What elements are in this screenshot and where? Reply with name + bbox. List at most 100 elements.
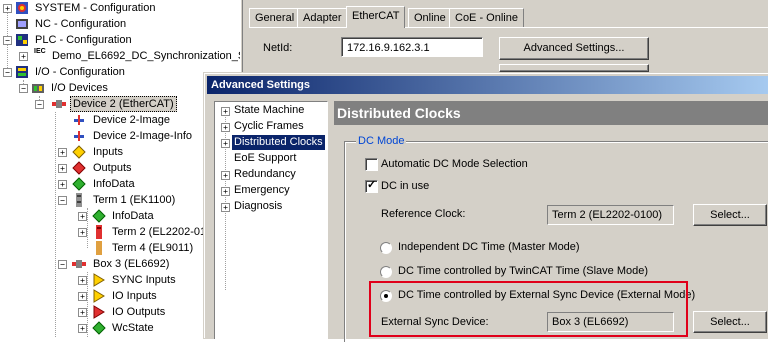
- collapse-icon[interactable]: −: [35, 100, 44, 109]
- settings-nav-tree: + State Machine + Cyclic Frames + Distri…: [214, 101, 328, 339]
- tree-item-label: IO Inputs: [112, 290, 157, 302]
- tree-item-label: Device 2-Image-Info: [93, 130, 193, 142]
- terminal-red-icon: [96, 225, 102, 239]
- nav-item-label: Distributed Clocks: [232, 135, 325, 150]
- dc-in-use-label[interactable]: DC in use: [381, 180, 429, 192]
- nav-item-label: State Machine: [234, 104, 305, 116]
- io-inputs-icon: [93, 289, 105, 303]
- io-config-icon: [16, 66, 28, 78]
- expand-icon[interactable]: +: [221, 171, 230, 180]
- expand-icon[interactable]: +: [19, 52, 28, 61]
- collapse-icon[interactable]: −: [58, 196, 67, 205]
- checkmark-icon: ✓: [367, 179, 377, 191]
- terminal-icon: [76, 193, 82, 207]
- tree-item-label: Term 1 (EK1100): [93, 194, 176, 206]
- tree-item-label: Demo_EL6692_DC_Synchronization_S: [52, 50, 246, 62]
- netid-label: NetId:: [263, 42, 293, 54]
- tree-line: [225, 110, 226, 290]
- dialog-title[interactable]: Advanced Settings: [207, 76, 768, 94]
- tree-item-label: Outputs: [93, 162, 132, 174]
- tree-item-label: WcState: [112, 322, 154, 334]
- expand-icon[interactable]: +: [58, 180, 67, 189]
- inputs-icon: [72, 145, 86, 159]
- box-icon: [72, 260, 86, 268]
- tab-online[interactable]: Online: [408, 8, 452, 27]
- tree-item-label: NC - Configuration: [35, 18, 127, 30]
- nav-item-label: Emergency: [234, 184, 290, 196]
- partially-hidden-button[interactable]: [499, 64, 649, 72]
- device-image-info-icon: [74, 131, 84, 141]
- advanced-settings-button[interactable]: Advanced Settings...: [499, 37, 649, 60]
- expand-icon[interactable]: +: [78, 292, 87, 301]
- auto-dc-checkbox[interactable]: [365, 158, 378, 171]
- tree-item-label: Inputs: [93, 146, 123, 158]
- slave-mode-label[interactable]: DC Time controlled by TwinCAT Time (Slav…: [398, 265, 648, 277]
- master-mode-radio[interactable]: [380, 242, 392, 254]
- tree-item-label: SYNC Inputs: [112, 274, 176, 286]
- expand-icon[interactable]: +: [221, 123, 230, 132]
- expand-icon[interactable]: +: [78, 324, 87, 333]
- io-devices-icon: [32, 84, 44, 93]
- reference-clock-select-button[interactable]: Select...: [693, 204, 767, 226]
- dc-mode-group-label: DC Mode: [356, 134, 407, 148]
- nav-item-label: Diagnosis: [234, 200, 283, 212]
- auto-dc-label[interactable]: Automatic DC Mode Selection: [381, 158, 528, 170]
- expand-icon[interactable]: +: [221, 187, 230, 196]
- infodata-icon: [92, 209, 106, 223]
- infodata-icon: [72, 177, 86, 191]
- expand-icon[interactable]: +: [78, 212, 87, 221]
- tab-general[interactable]: General: [249, 8, 301, 27]
- nav-item-label: Redundancy: [234, 168, 296, 180]
- tree-item-label: InfoData: [93, 178, 135, 190]
- expand-icon[interactable]: +: [221, 203, 230, 212]
- tree-item-plc-project[interactable]: + IEC Demo_EL6692_DC_Synchronization_S: [0, 48, 245, 64]
- netid-field[interactable]: 172.16.9.162.3.1: [341, 37, 483, 57]
- nav-item-label: Cyclic Frames: [234, 120, 304, 132]
- tree-item-label: PLC - Configuration: [35, 34, 132, 46]
- tree-item-label: Box 3 (EL6692): [93, 258, 170, 270]
- plc-config-icon: [16, 34, 28, 46]
- slave-mode-radio[interactable]: [380, 266, 392, 278]
- outputs-icon: [72, 161, 86, 175]
- reference-clock-label: Reference Clock:: [381, 208, 466, 220]
- expand-icon[interactable]: +: [78, 308, 87, 317]
- expand-icon[interactable]: +: [78, 276, 87, 285]
- tree-item-nc[interactable]: NC - Configuration: [0, 16, 240, 32]
- expand-icon[interactable]: +: [58, 148, 67, 157]
- tree-item-label: I/O Devices: [51, 82, 108, 94]
- iec-project-icon: IEC: [34, 48, 46, 55]
- collapse-icon[interactable]: −: [3, 36, 12, 45]
- tree-item-label: Device 2-Image: [93, 114, 171, 126]
- tree-item-plc[interactable]: − PLC - Configuration: [0, 32, 240, 48]
- ethercat-device-icon: [52, 100, 66, 108]
- system-config-icon: [16, 2, 28, 14]
- master-mode-label[interactable]: Independent DC Time (Master Mode): [398, 241, 580, 253]
- collapse-icon[interactable]: −: [58, 260, 67, 269]
- tab-adapter[interactable]: Adapter: [297, 8, 348, 27]
- collapse-icon[interactable]: −: [19, 84, 28, 93]
- reference-clock-field: Term 2 (EL2202-0100): [547, 205, 674, 225]
- tree-item-label: IO Outputs: [112, 306, 166, 318]
- expand-icon[interactable]: +: [221, 107, 230, 116]
- collapse-icon[interactable]: −: [3, 68, 12, 77]
- tree-item-label: Device 2 (EtherCAT): [70, 96, 177, 112]
- tree-item-label: Term 2 (EL2202-01: [112, 226, 207, 238]
- tree-item-system[interactable]: + SYSTEM - Configuration: [0, 0, 240, 16]
- expand-icon[interactable]: +: [78, 228, 87, 237]
- expand-icon[interactable]: +: [221, 139, 230, 148]
- wcstate-icon: [92, 321, 106, 335]
- expand-icon[interactable]: +: [58, 164, 67, 173]
- tree-item-label: SYSTEM - Configuration: [35, 2, 156, 14]
- pane-header: Distributed Clocks: [334, 101, 768, 125]
- tab-ethercat[interactable]: EtherCAT: [346, 6, 406, 28]
- tab-coe-online[interactable]: CoE - Online: [449, 8, 524, 27]
- device-image-icon: [74, 115, 84, 125]
- tree-item-label: Term 4 (EL9011): [112, 242, 194, 254]
- dc-in-use-checkbox[interactable]: ✓: [365, 179, 378, 193]
- sync-inputs-icon: [93, 273, 105, 287]
- expand-icon[interactable]: +: [3, 4, 12, 13]
- nav-item-label: EoE Support: [234, 152, 297, 164]
- external-sync-select-button[interactable]: Select...: [693, 311, 767, 333]
- tree-item-label: InfoData: [112, 210, 154, 222]
- terminal-end-icon: [96, 241, 102, 255]
